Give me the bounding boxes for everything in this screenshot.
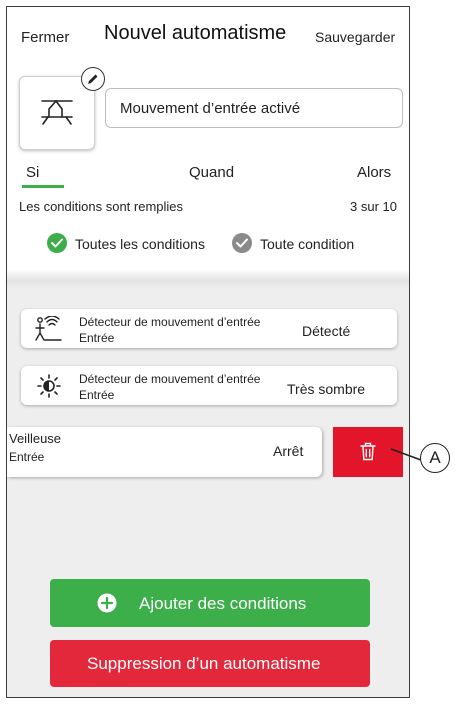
- save-button[interactable]: Sauvegarder: [315, 29, 395, 45]
- all-conditions-radio[interactable]: [47, 233, 67, 253]
- motion-person-icon: [35, 316, 62, 341]
- condition-card-brightness[interactable]: Détecteur de mouvement d’entrée Entrée T…: [21, 366, 397, 405]
- condition-room: Entrée: [9, 450, 45, 464]
- section-divider: [7, 269, 409, 289]
- conditions-summary: Les conditions sont remplies: [19, 199, 184, 214]
- delete-automation-label: Suppression d’un automatisme: [87, 654, 321, 673]
- condition-device-name: Détecteur de mouvement d’entrée: [79, 315, 261, 329]
- close-button[interactable]: Fermer: [21, 29, 69, 46]
- condition-value: Très sombre: [287, 381, 366, 397]
- add-conditions-button[interactable]: Ajouter des conditions: [50, 579, 370, 627]
- check-icon: [236, 238, 248, 248]
- phone-screen: Fermer Nouvel automatisme Sauvegarder Mo…: [6, 6, 410, 698]
- plus-circle-icon: [97, 593, 117, 613]
- all-conditions-label: Toutes les conditions: [75, 236, 205, 252]
- tab-alors[interactable]: Alors: [357, 164, 391, 181]
- delete-automation-button[interactable]: Suppression d’un automatisme: [50, 640, 370, 687]
- callout-marker: A: [420, 443, 450, 473]
- any-condition-radio[interactable]: [232, 233, 252, 253]
- condition-device-name: Veilleuse: [9, 431, 62, 446]
- brightness-icon: [37, 374, 61, 398]
- add-conditions-label: Ajouter des conditions: [139, 594, 307, 613]
- conditions-count: 3 sur 10: [350, 199, 397, 214]
- condition-room: Entrée: [79, 388, 115, 402]
- condition-card-nightlight[interactable]: Veilleuse Entrée Arrêt: [7, 427, 322, 477]
- condition-value: Arrêt: [273, 443, 304, 459]
- tab-si[interactable]: Si: [26, 164, 39, 181]
- any-condition-label: Toute condition: [260, 236, 355, 252]
- active-tab-indicator: [22, 185, 64, 188]
- condition-card-motion[interactable]: Détecteur de mouvement d’entrée Entrée D…: [21, 309, 397, 348]
- condition-device-name: Détecteur de mouvement d’entrée: [79, 372, 261, 386]
- trash-icon: [360, 442, 376, 461]
- edit-icon-button[interactable]: [81, 67, 105, 91]
- tab-quand[interactable]: Quand: [189, 164, 234, 181]
- pencil-icon: [88, 74, 98, 84]
- motion-sensor-ceiling-icon: [41, 100, 73, 125]
- check-icon: [51, 238, 63, 248]
- callout-letter: A: [429, 448, 441, 467]
- condition-room: Entrée: [79, 331, 115, 345]
- condition-value: Détecté: [302, 323, 351, 339]
- page-title: Nouvel automatisme: [104, 22, 287, 44]
- delete-condition-button[interactable]: [333, 427, 403, 477]
- automation-name-input[interactable]: Mouvement d’entrée activé: [105, 88, 403, 128]
